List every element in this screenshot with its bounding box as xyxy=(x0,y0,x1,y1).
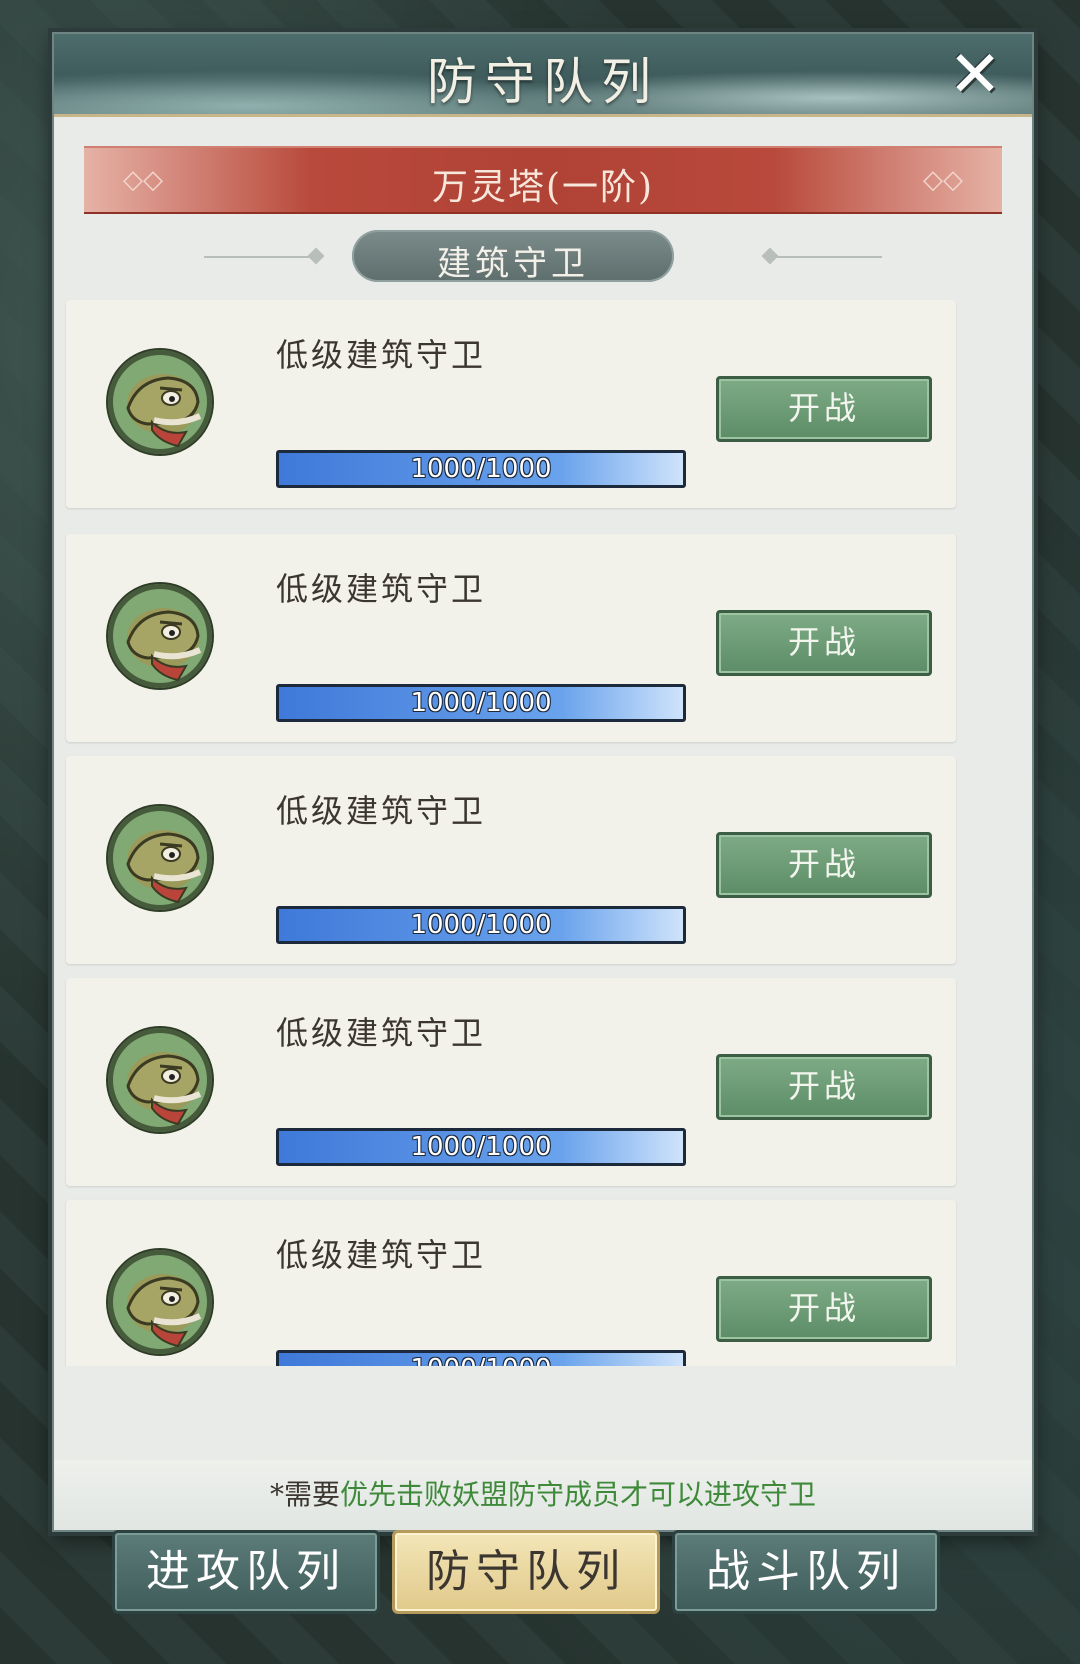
start-battle-button[interactable]: 开战 xyxy=(716,1054,932,1120)
hp-bar: 1000/1000 xyxy=(276,906,686,944)
bottom-tab-bar: 进攻队列 防守队列 战斗队列 xyxy=(0,1530,1080,1630)
hp-text: 1000/1000 xyxy=(410,454,552,484)
divider xyxy=(772,256,882,258)
footer-note: *需要优先击败妖盟防守成员才可以进攻守卫 xyxy=(54,1460,1032,1530)
start-battle-button[interactable]: 开战 xyxy=(716,376,932,442)
guard-card: 低级建筑守卫 1000/1000 开战 xyxy=(66,756,956,964)
start-battle-button[interactable]: 开战 xyxy=(716,610,932,676)
section-pill: 建筑守卫 xyxy=(352,230,674,284)
start-battle-button[interactable]: 开战 xyxy=(716,1276,932,1342)
dialog-title-bar: 防守队列 ✕ xyxy=(54,34,1032,117)
footer-note-prefix: *需要 xyxy=(269,1478,340,1511)
section-header: 建筑守卫 xyxy=(54,230,1032,286)
hp-bar: 1000/1000 xyxy=(276,450,686,488)
footer-note-highlight: 优先击败妖盟防守成员才可以进攻守卫 xyxy=(340,1478,817,1511)
guard-card: 低级建筑守卫 1000/1000 开战 xyxy=(66,534,956,742)
guard-card: 低级建筑守卫 1000/1000 开战 xyxy=(66,300,956,508)
guard-avatar xyxy=(108,350,212,454)
hp-bar: 1000/1000 xyxy=(276,1128,686,1166)
hp-bar: 1000/1000 xyxy=(276,1350,686,1366)
hp-text: 1000/1000 xyxy=(410,1132,552,1162)
tab-defense-queue[interactable]: 防守队列 xyxy=(392,1530,660,1614)
guard-name: 低级建筑守卫 xyxy=(276,1236,487,1274)
close-icon[interactable]: ✕ xyxy=(940,40,1010,110)
defense-queue-dialog: 防守队列 ✕ ◇◇ 万灵塔(一阶) ◇◇ 建筑守卫 低级建筑守卫 1000/100… xyxy=(52,32,1034,1532)
level-banner: ◇◇ 万灵塔(一阶) ◇◇ xyxy=(84,146,1002,214)
hp-text: 1000/1000 xyxy=(279,1353,683,1366)
guard-avatar xyxy=(108,1028,212,1132)
tab-battle-queue[interactable]: 战斗队列 xyxy=(672,1530,940,1614)
level-title: 万灵塔(一阶) xyxy=(431,167,655,208)
hp-text: 1000/1000 xyxy=(410,688,552,718)
guard-name: 低级建筑守卫 xyxy=(276,792,487,830)
guard-avatar xyxy=(108,584,212,688)
guard-name: 低级建筑守卫 xyxy=(276,336,487,374)
guard-avatar xyxy=(108,806,212,910)
guard-card: 低级建筑守卫 1000/1000 开战 xyxy=(66,1200,956,1366)
guard-list[interactable]: 低级建筑守卫 1000/1000 开战 低级建筑守卫 1000/1000 开战 低级建筑守卫… xyxy=(54,296,1032,1366)
tab-attack-queue[interactable]: 进攻队列 xyxy=(112,1530,380,1614)
guard-card: 低级建筑守卫 1000/1000 开战 xyxy=(66,978,956,1186)
guard-avatar xyxy=(108,1250,212,1354)
start-battle-button[interactable]: 开战 xyxy=(716,832,932,898)
guard-name: 低级建筑守卫 xyxy=(276,570,487,608)
diamond-ornament-icon: ◇◇ xyxy=(923,165,963,195)
guard-name: 低级建筑守卫 xyxy=(276,1014,487,1052)
dialog-title: 防守队列 xyxy=(427,53,659,111)
divider xyxy=(204,256,314,258)
section-title: 建筑守卫 xyxy=(437,244,589,284)
hp-text: 1000/1000 xyxy=(410,910,552,940)
divider-ornament-icon xyxy=(307,247,325,265)
hp-bar: 1000/1000 xyxy=(276,684,686,722)
